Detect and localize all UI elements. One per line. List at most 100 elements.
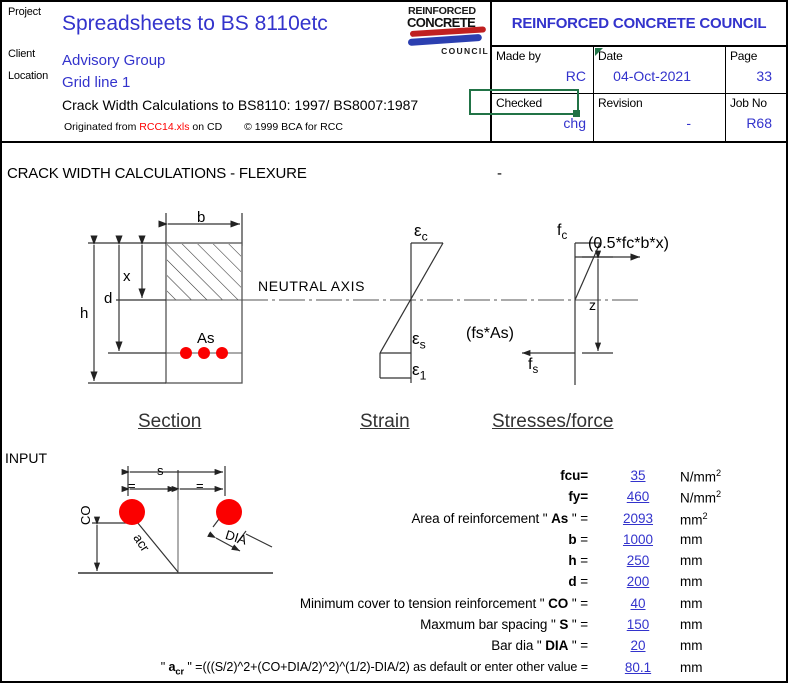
caption-stress: Stresses/force <box>492 411 614 432</box>
input-label-0: fcu= <box>560 468 588 483</box>
input-row: fcu= 35 N/mm2 <box>300 468 788 489</box>
label-lever-arm-z: z <box>589 297 596 313</box>
input-row: d = 200 mm <box>300 574 788 595</box>
input-label-7: Maxmum bar spacing " S " = <box>420 617 588 633</box>
made-by-value[interactable]: RC <box>566 68 586 84</box>
caption-strain: Strain <box>360 411 410 432</box>
input-unit-8: mm <box>680 638 703 654</box>
title-block-header: Project Client Location Spreadsheets to … <box>0 0 788 143</box>
checked-value[interactable]: chg <box>563 115 586 131</box>
input-unit-6: mm <box>680 595 703 611</box>
label-cover-co: CO <box>78 505 93 526</box>
revision-cell[interactable]: Revision - <box>594 94 726 141</box>
label-compression-force: (0.5*fc*b*x) <box>588 235 669 252</box>
input-label-8: Bar dia " DIA " = <box>491 638 588 654</box>
label-neutral-axis: NEUTRAL AXIS <box>258 278 366 294</box>
job-no-label: Job No <box>730 96 767 110</box>
page-title: CRACK WIDTH CALCULATIONS - FLEXURE <box>7 165 307 182</box>
revision-value[interactable]: - <box>686 115 691 131</box>
input-value-2[interactable]: 2093 <box>607 511 669 526</box>
input-value-6[interactable]: 40 <box>607 596 669 611</box>
input-value-3[interactable]: 1000 <box>607 532 669 547</box>
page-title-suffix: - <box>497 165 502 182</box>
input-row: Bar dia " DIA " = 20 mm <box>300 638 788 659</box>
origin-filename: RCC14.xls <box>139 121 190 133</box>
title-block-row-1: Made by RC Date 04-Oct-2021 Page 33 <box>492 47 786 94</box>
input-values-table: fcu= 35 N/mm2 fy= 460 N/mm2 Area of reinforcem… <box>161 468 788 681</box>
label-as: As <box>197 330 215 347</box>
selected-cell-fill-handle[interactable] <box>573 110 580 117</box>
label-fs: fs <box>528 356 539 377</box>
input-row: Minimum cover to tension reinforcement "… <box>300 596 788 617</box>
label-equal-right: = <box>196 478 204 493</box>
label-b: b <box>197 209 206 226</box>
input-row: " acr " =(((S/2)^2+(CO+DIA/2)^2)^(1/2)-D… <box>161 659 788 681</box>
input-row: b = 1000 mm <box>300 532 788 553</box>
label-h: h <box>80 305 89 322</box>
input-unit-7: mm <box>680 617 703 633</box>
input-unit-0: N/mm2 <box>680 468 722 485</box>
input-label-6: Minimum cover to tension reinforcement "… <box>299 595 588 611</box>
input-row: Maxmum bar spacing " S " = 150 mm <box>300 617 788 638</box>
input-value-4[interactable]: 250 <box>607 553 669 568</box>
label-epsilon-1: ε1 <box>412 360 427 383</box>
project-label: Project <box>8 6 41 18</box>
input-row: Area of reinforcement " As " = 2093 mm2 <box>300 511 788 532</box>
job-no-cell[interactable]: Job No R68 <box>726 94 786 141</box>
selected-cell-outline[interactable] <box>469 89 579 115</box>
input-value-1[interactable]: 460 <box>607 489 669 504</box>
label-equal-left: = <box>128 478 136 493</box>
input-unit-5: mm <box>680 574 703 590</box>
input-unit-1: N/mm2 <box>680 489 722 506</box>
label-x: x <box>123 268 131 285</box>
job-no-value[interactable]: R68 <box>746 115 772 131</box>
label-epsilon-c: εc <box>414 221 428 244</box>
input-label-1: fy= <box>568 489 588 505</box>
label-spacing-s: s <box>157 463 164 478</box>
date-cell[interactable]: Date 04-Oct-2021 <box>594 47 726 94</box>
label-tension-force: (fs*As) <box>466 325 514 342</box>
input-unit-4: mm <box>680 553 703 569</box>
input-value-7[interactable]: 150 <box>607 617 669 632</box>
header-right-panel: REINFORCED CONCRETE COUNCIL Made by RC D… <box>492 2 786 141</box>
comment-marker-icon <box>595 48 603 56</box>
calculation-subtitle[interactable]: Crack Width Calculations to BS8110: 1997… <box>62 97 418 113</box>
made-by-label: Made by <box>496 49 541 63</box>
organisation-title-text: REINFORCED CONCRETE COUNCIL <box>511 15 767 32</box>
label-epsilon-s: εs <box>412 329 426 352</box>
client-value[interactable]: Advisory Group <box>62 52 165 69</box>
input-row: h = 250 mm <box>300 553 788 574</box>
input-label-2: Area of reinforcement " As " = <box>411 510 588 526</box>
input-value-8[interactable]: 20 <box>607 638 669 653</box>
caption-section: Section <box>138 411 202 432</box>
input-value-9[interactable]: 80.1 <box>607 660 669 675</box>
page-value[interactable]: 33 <box>756 68 772 84</box>
input-section-label: INPUT <box>5 450 47 466</box>
spreadsheet-page: Project Client Location Spreadsheets to … <box>0 0 788 683</box>
location-value[interactable]: Grid line 1 <box>62 74 130 91</box>
input-unit-2: mm2 <box>680 510 708 528</box>
input-unit-3: mm <box>680 531 703 547</box>
input-value-0[interactable]: 35 <box>607 468 669 483</box>
project-title-value[interactable]: Spreadsheets to BS 8110etc <box>62 12 328 36</box>
input-label-9: " acr " =(((S/2)^2+(CO+DIA/2)^2)^(1/2)-D… <box>160 659 588 677</box>
copyright-note: © 1999 BCA for RCC <box>244 121 343 133</box>
logo-line-3: COUNCIL <box>441 46 489 56</box>
input-value-5[interactable]: 200 <box>607 574 669 589</box>
label-d: d <box>104 290 113 307</box>
header-left-panel: Project Client Location Spreadsheets to … <box>2 2 492 141</box>
date-value[interactable]: 04-Oct-2021 <box>613 68 691 84</box>
made-by-cell[interactable]: Made by RC <box>492 47 594 94</box>
input-label-3: b = <box>568 531 588 547</box>
input-unit-9: mm <box>680 659 703 675</box>
input-label-5: d = <box>568 574 588 590</box>
label-fc: fc <box>557 222 568 243</box>
origin-prefix: Originated from <box>64 121 140 133</box>
origin-suffix: on CD <box>189 121 223 133</box>
page-cell[interactable]: Page 33 <box>726 47 786 94</box>
revision-label: Revision <box>598 96 643 110</box>
page-label: Page <box>730 49 758 63</box>
location-label: Location <box>8 70 48 82</box>
input-row: fy= 460 N/mm2 <box>300 489 788 510</box>
client-label: Client <box>8 48 35 60</box>
